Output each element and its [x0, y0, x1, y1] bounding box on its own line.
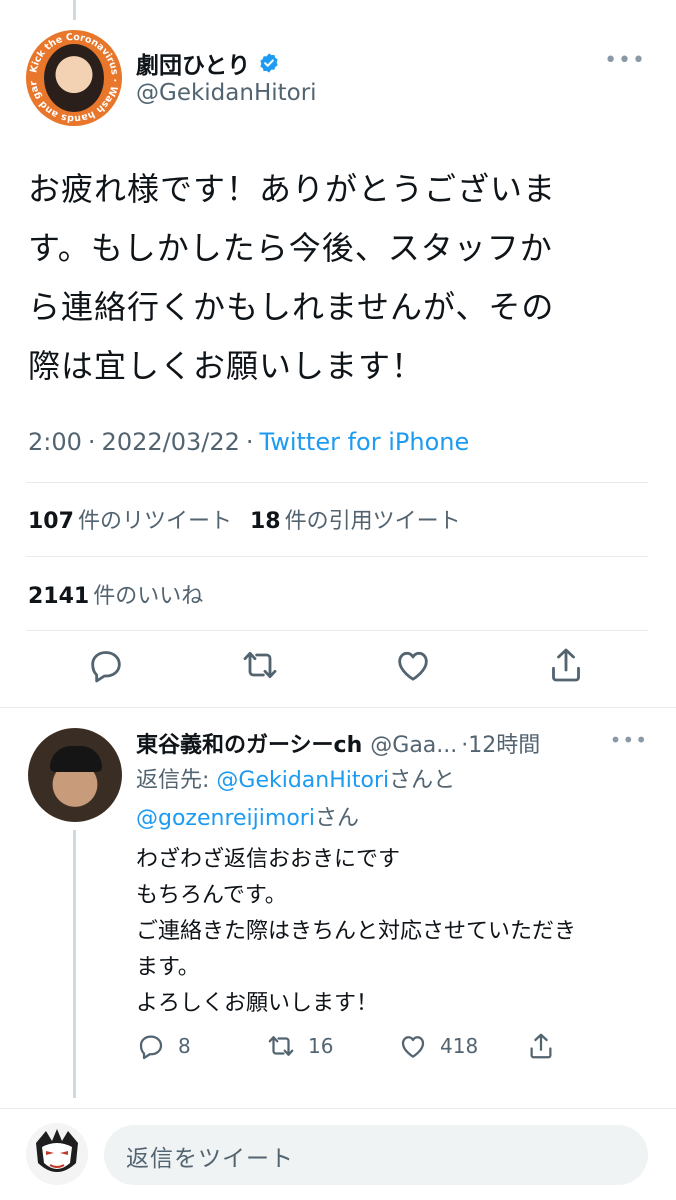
tweet-actions	[0, 645, 676, 695]
reply-display-name[interactable]: 東谷義和のガーシーch	[136, 727, 362, 759]
mask-avatar-image	[26, 1123, 88, 1185]
my-avatar[interactable]	[26, 1123, 88, 1185]
share-icon[interactable]	[546, 645, 586, 685]
like-icon	[401, 1036, 425, 1058]
tweet-text-line: ら連絡行くかもしれませんが、その	[28, 288, 555, 326]
retweet-icon[interactable]	[240, 645, 280, 685]
reply-text-line: よろしくお願いします！	[136, 991, 379, 1016]
divider	[26, 482, 648, 483]
reply-text-line: ご連絡きた際はきちんと対応させていただき	[136, 919, 577, 944]
tweet-text-line: 際は宜しくお願いします！	[28, 347, 425, 385]
likes-label: 件のいいね	[93, 584, 204, 609]
reply-text-line: ます。	[136, 955, 200, 980]
tweet-time[interactable]: 2:00	[28, 428, 82, 456]
tweet-meta: 2:00 · 2022/03/22 · Twitter for iPhone	[28, 428, 469, 456]
avatar-cap	[50, 746, 102, 772]
like-count: 418	[440, 1034, 479, 1058]
reply-reply-button[interactable]: 8	[136, 1031, 266, 1061]
verified-badge-icon	[260, 53, 278, 73]
share-icon	[530, 1033, 552, 1059]
main-tweet-header: Kick the Coronavirus · Wash hands and ga…	[26, 30, 650, 130]
tweet-text-line: す。もしかしたら今後、スタッフか	[28, 229, 553, 267]
retweet-icon	[268, 1036, 294, 1056]
mention-suffix: さん	[314, 806, 359, 831]
reply-actions: 8 16 418	[136, 1028, 656, 1064]
reply-icon[interactable]	[86, 645, 126, 685]
reply-more-options-icon[interactable]: •••	[610, 728, 648, 752]
handle[interactable]: @GekidanHitori	[136, 80, 317, 106]
retweet-quote-stats: 107 件のリツイート 18 件の引用ツイート	[28, 503, 461, 535]
reply-like-button[interactable]: 418	[398, 1031, 526, 1061]
reply-share-button[interactable]	[526, 1031, 556, 1061]
mention-suffix: さんと	[389, 768, 456, 793]
reply-text: わざわざ返信おおきにです もちろんです。 ご連絡きた際はきちんと対応させていただ…	[136, 842, 656, 1022]
likes-count: 2141	[28, 584, 90, 609]
reply-to-prefix: 返信先:	[136, 768, 217, 793]
avatar[interactable]: Kick the Coronavirus · Wash hands and ga…	[26, 30, 122, 126]
reply-composer-bar: 返信をツイート	[0, 1108, 676, 1200]
thread-line	[73, 830, 76, 1098]
likes-stat[interactable]: 2141 件のいいね	[28, 578, 203, 610]
tweet-date[interactable]: 2022/03/22	[102, 428, 240, 456]
avatar-face	[44, 44, 104, 112]
thread-line-top	[73, 0, 76, 20]
quotes-label: 件の引用ツイート	[284, 509, 461, 534]
divider	[26, 630, 648, 631]
retweet-count: 16	[308, 1034, 334, 1058]
meta-separator: ·	[87, 428, 96, 456]
reply-text-line: わざわざ返信おおきにです	[136, 847, 401, 872]
meta-separator: ·	[245, 428, 254, 456]
retweets-count: 107	[28, 509, 74, 534]
tweet-source-link[interactable]: Twitter for iPhone	[260, 428, 470, 456]
quotes-stat[interactable]: 18 件の引用ツイート	[250, 503, 461, 535]
retweets-stat[interactable]: 107 件のリツイート	[28, 503, 232, 535]
reply-avatar[interactable]	[28, 728, 122, 822]
likes-stats: 2141 件のいいね	[28, 578, 203, 610]
name-row: 劇団ひとり	[136, 46, 280, 80]
reply-input[interactable]: 返信をツイート	[104, 1125, 648, 1185]
reply-header: 東谷義和のガーシーch @Gaa... ·12時間	[136, 727, 656, 759]
reply-count: 8	[178, 1034, 191, 1058]
mention-link[interactable]: @GekidanHitori	[216, 768, 389, 793]
quotes-count: 18	[249, 509, 281, 534]
reply-to-line: 返信先: @GekidanHitoriさんと @gozenreijimoriさん	[136, 762, 556, 838]
reply-time[interactable]: ·12時間	[461, 727, 540, 759]
divider	[0, 707, 676, 708]
reply-handle[interactable]: @Gaa...	[370, 733, 457, 758]
more-options-icon[interactable]: •••	[604, 48, 646, 73]
mention-link[interactable]: @gozenreijimori	[136, 806, 315, 831]
reply-text-line: もちろんです。	[136, 883, 287, 908]
display-name[interactable]: 劇団ひとり	[136, 46, 250, 80]
retweets-label: 件のリツイート	[77, 509, 232, 534]
like-icon[interactable]	[393, 645, 433, 685]
reply-icon	[139, 1035, 163, 1060]
divider	[26, 556, 648, 557]
reply-retweet-button[interactable]: 16	[266, 1031, 398, 1061]
tweet-text: お疲れ様です！ありがとうございま す。もしかしたら今後、スタッフか ら連絡行くか…	[28, 160, 638, 396]
tweet-text-line: お疲れ様です！ありがとうございま	[28, 170, 557, 208]
